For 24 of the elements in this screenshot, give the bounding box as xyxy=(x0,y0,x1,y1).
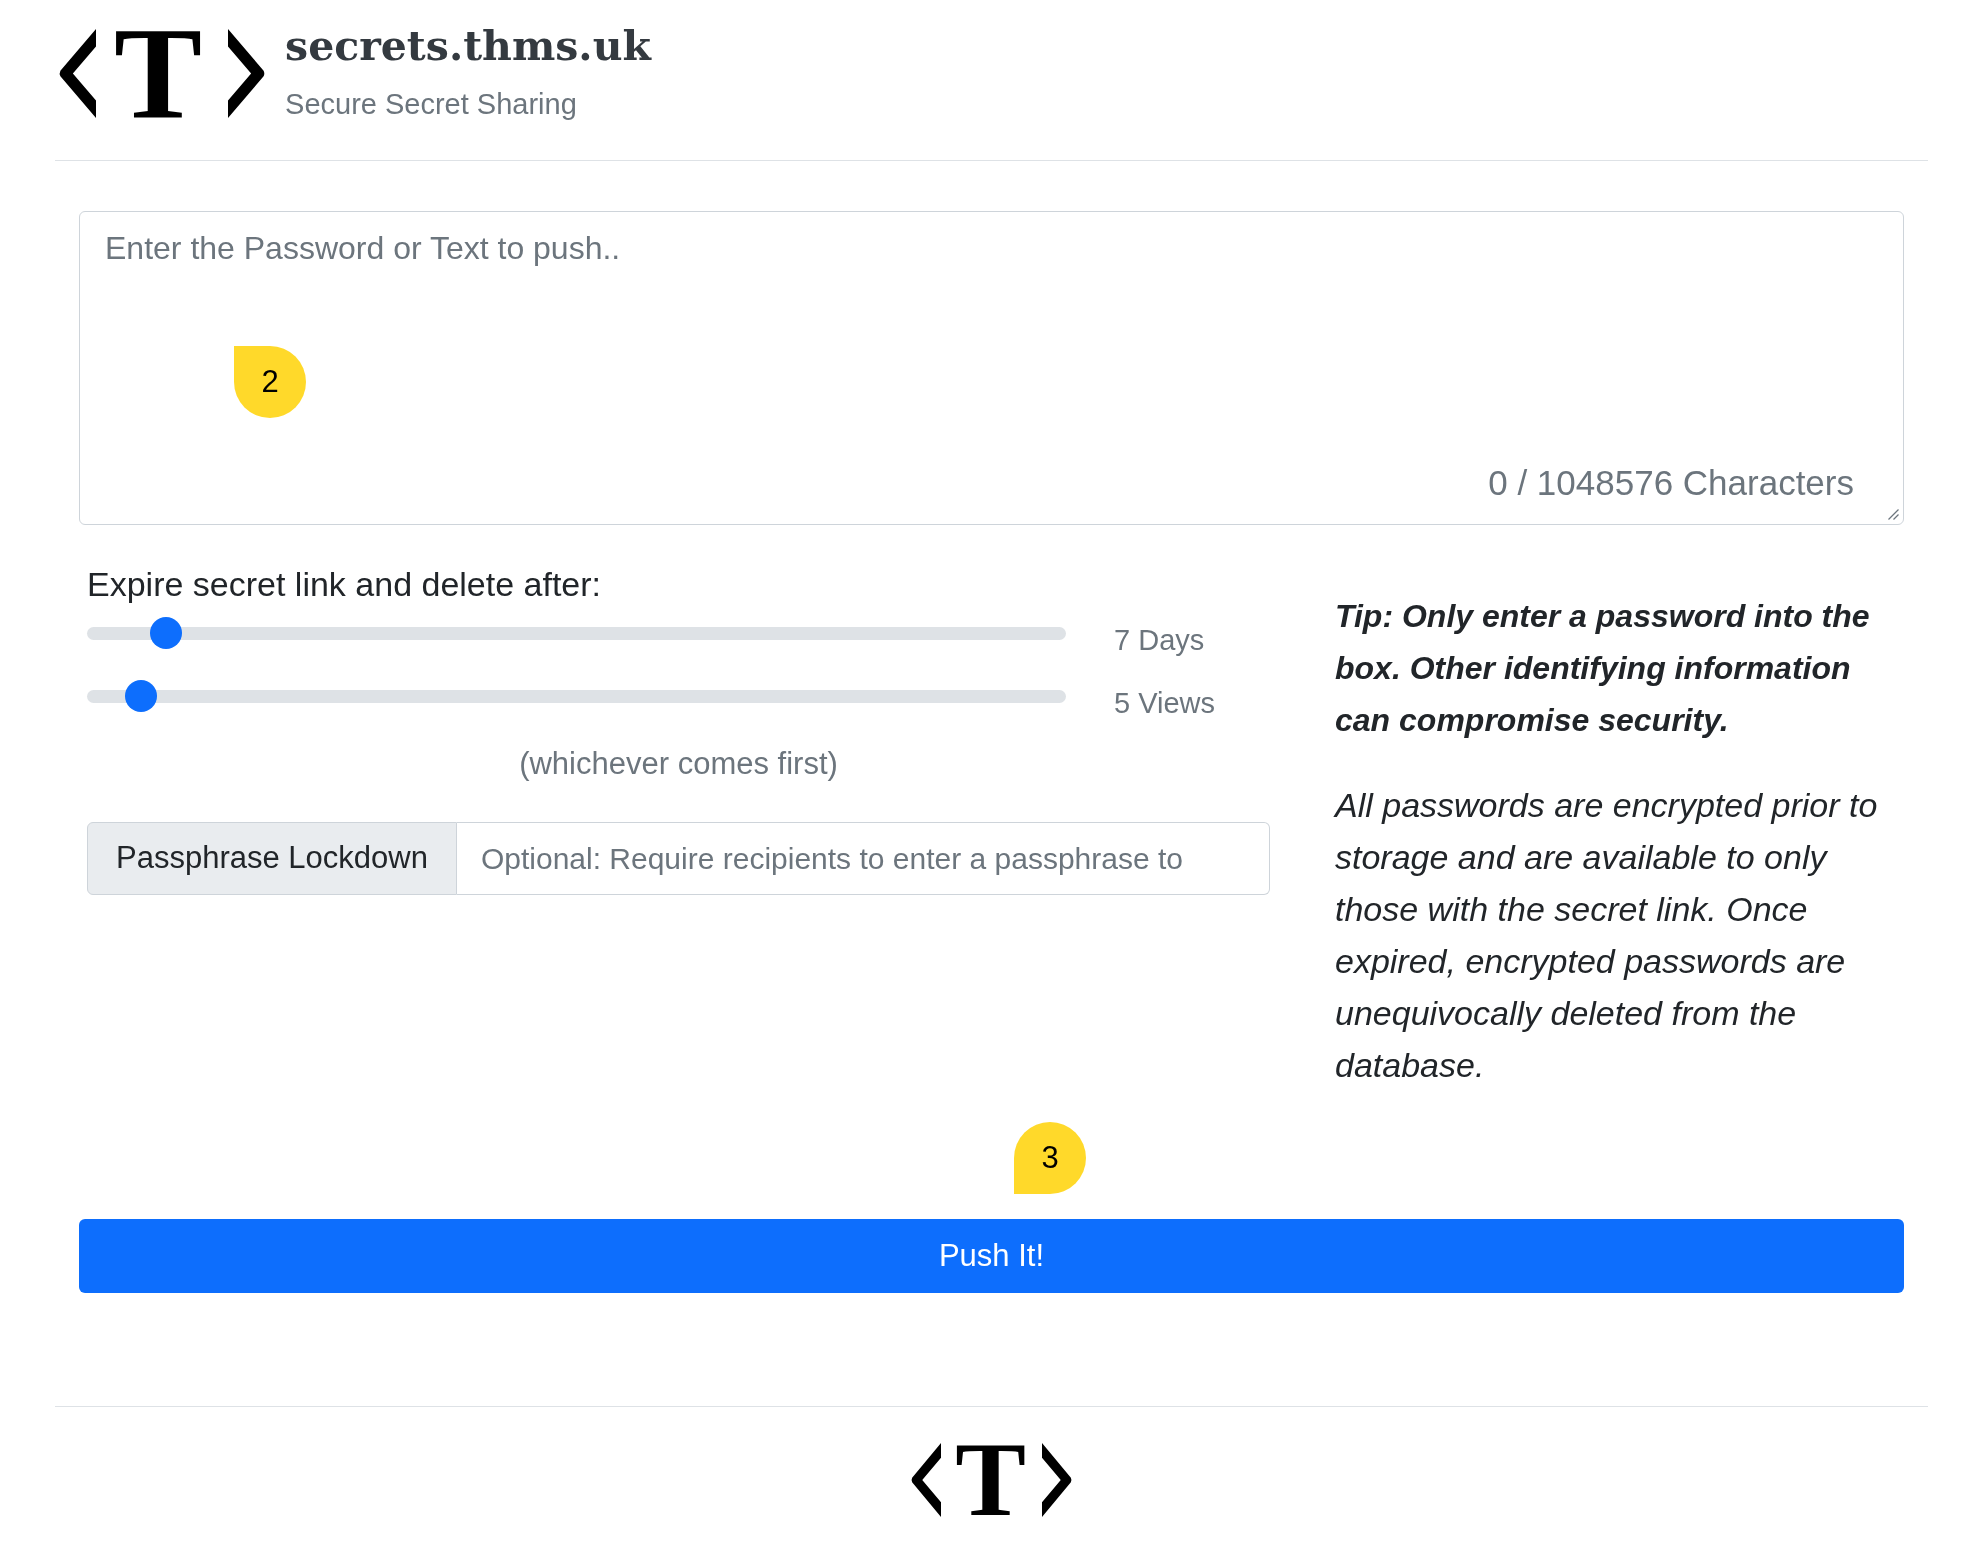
site-tagline: Secure Secret Sharing xyxy=(285,87,578,121)
logo-letter: T xyxy=(955,1443,1026,1517)
left-angle-bracket-icon xyxy=(911,1443,942,1517)
expiry-note: (whichever comes first) xyxy=(519,745,838,783)
right-angle-bracket-icon xyxy=(228,28,266,118)
resize-grip-icon[interactable] xyxy=(1888,509,1899,520)
passphrase-addon-label: Passphrase Lockdown xyxy=(87,822,457,895)
step-marker: 3 xyxy=(1014,1122,1086,1194)
slider-thumb[interactable] xyxy=(150,617,183,649)
security-tip: Tip: Only enter a password into the box. Other identifying information can compromise security. xyxy=(1335,597,1871,740)
slider-value-label: 7 Days xyxy=(1114,624,1205,656)
passphrase-field[interactable]: Optional: Require recipients to enter a passphrase to xyxy=(456,822,1270,895)
slider-value-label: 5 Views xyxy=(1114,687,1216,719)
push-button[interactable]: Push It! xyxy=(79,1219,1904,1293)
right-angle-bracket-icon xyxy=(1041,1443,1072,1517)
logo-letter: T xyxy=(114,27,203,119)
character-counter: 0 / 1048576 Characters xyxy=(1488,463,1854,503)
left-angle-bracket-icon xyxy=(59,28,96,118)
range-slider[interactable] xyxy=(87,617,1066,649)
range-slider[interactable] xyxy=(87,680,1066,712)
site-title: secrets.thms.uk xyxy=(285,21,651,71)
encryption-note: All passwords are encrypted prior to storage and are available to only those with the secret link. Once expired, encrypted passwords are unequivocally deleted from the database. xyxy=(1335,785,1879,1086)
expiry-label: Expire secret link and delete after: xyxy=(87,564,603,604)
slider-thumb[interactable] xyxy=(124,680,157,712)
